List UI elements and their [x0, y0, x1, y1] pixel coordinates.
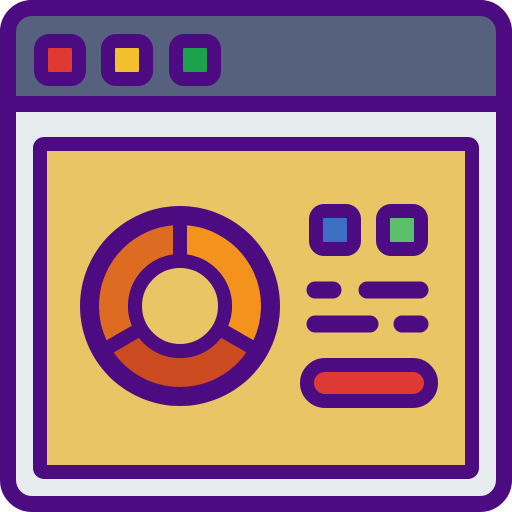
minimize-dot-icon[interactable]	[101, 34, 153, 86]
close-dot-icon[interactable]	[34, 34, 86, 86]
window-controls	[34, 34, 221, 86]
legend-swatch-blue	[309, 204, 361, 256]
donut-hole	[128, 254, 232, 358]
legend-swatch-green	[376, 204, 428, 256]
browser-window	[0, 0, 512, 512]
maximize-dot-icon[interactable]	[169, 34, 221, 86]
donut-chart	[80, 206, 280, 406]
action-button[interactable]	[300, 358, 438, 408]
browser-dashboard-icon	[0, 0, 512, 512]
